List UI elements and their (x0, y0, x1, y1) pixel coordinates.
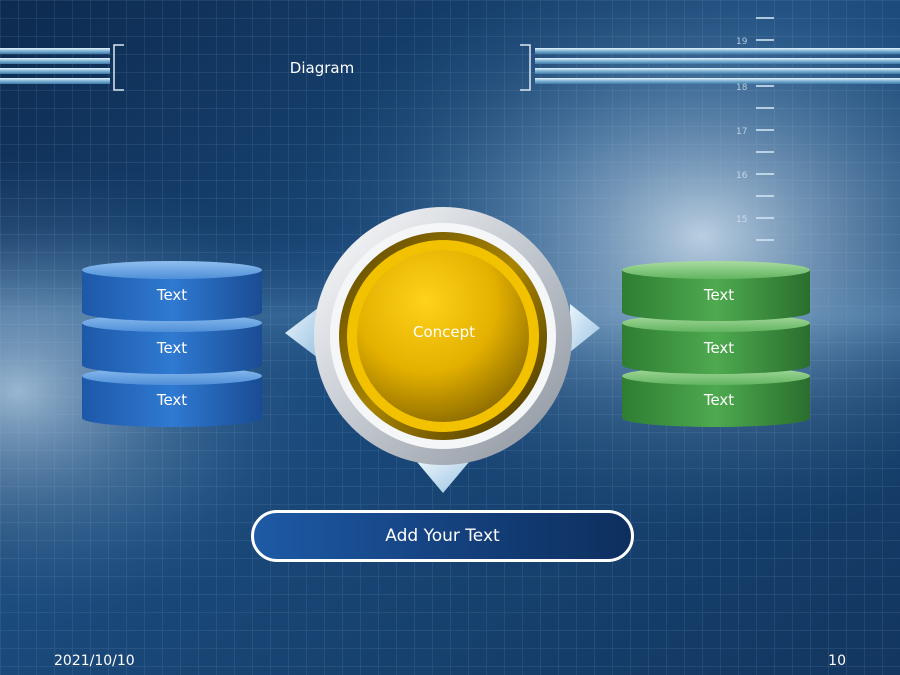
footer-page-number: 10 (828, 653, 846, 669)
diagram-labels: Text Text Text Text Text Text Concept (0, 0, 900, 675)
left-stack-label-2: Text (156, 339, 188, 357)
right-stack-label-3: Text (703, 391, 735, 409)
right-stack-label-2: Text (703, 339, 735, 357)
footer-date: 2021/10/10 (54, 653, 135, 669)
left-stack-label-3: Text (156, 391, 188, 409)
add-your-text-button[interactable]: Add Your Text (251, 510, 634, 562)
concept-label: Concept (412, 323, 476, 341)
right-stack-label-1: Text (703, 286, 735, 304)
left-stack-label-1: Text (156, 286, 188, 304)
slide: 19 18 17 16 15 Diagram Text Text Text Text T… (0, 0, 900, 675)
